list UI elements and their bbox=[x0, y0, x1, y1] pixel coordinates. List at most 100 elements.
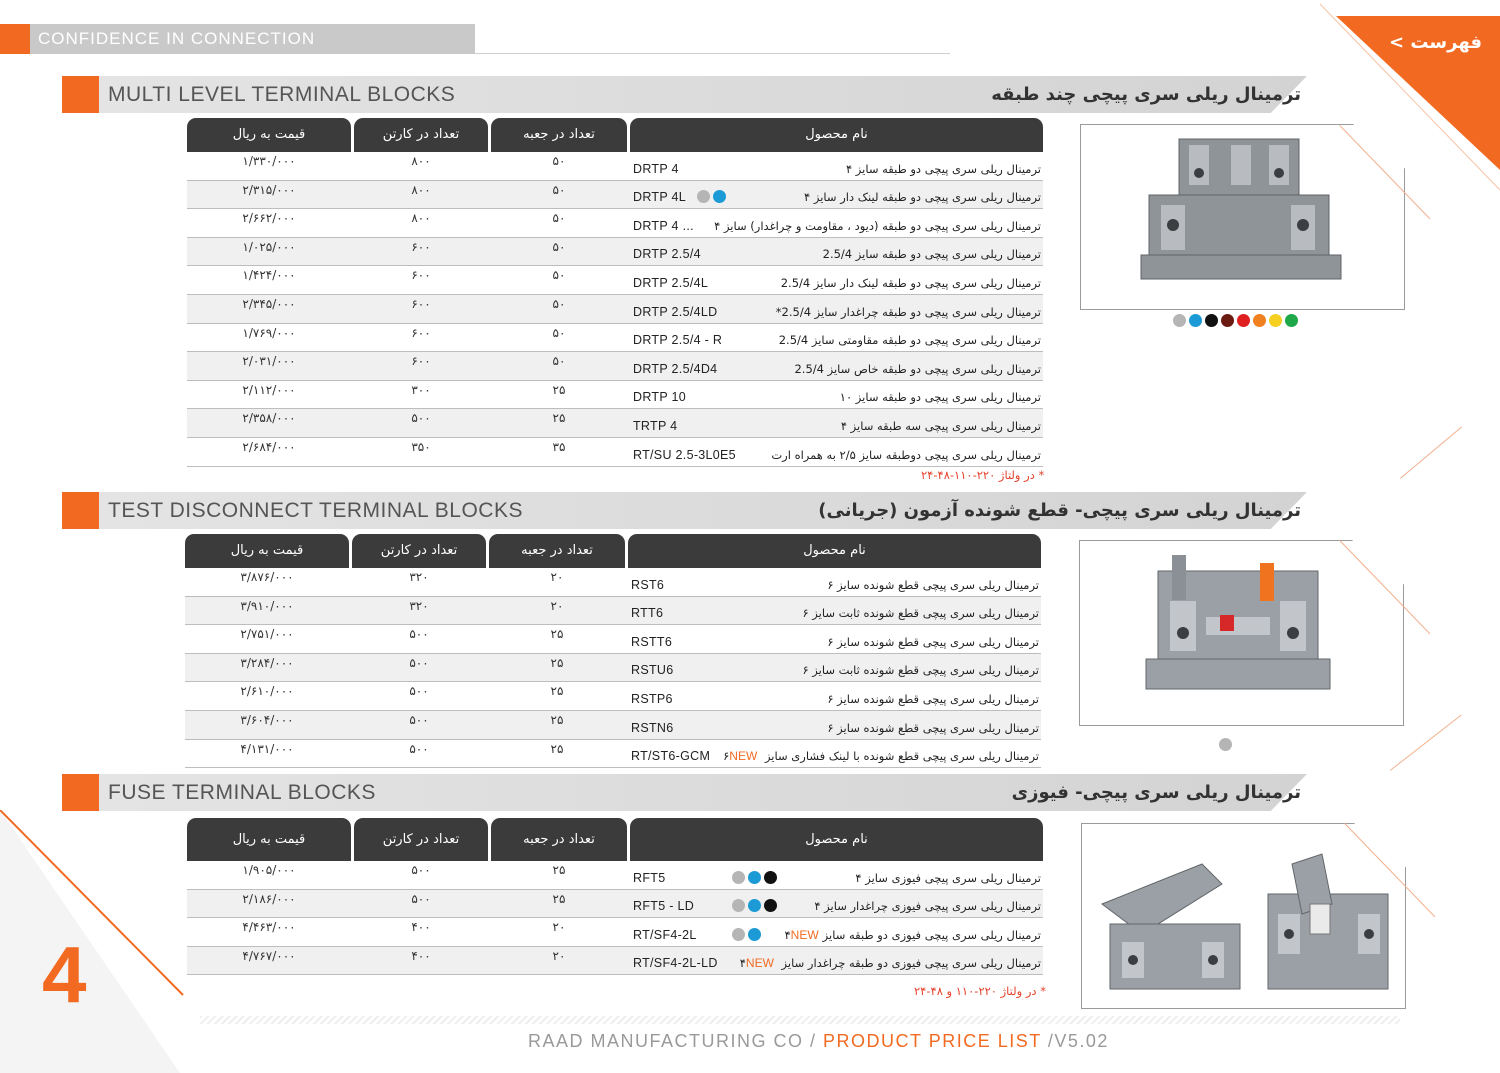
box-qty-cell: ۲۰ bbox=[552, 948, 566, 963]
price-cell: ۳/۹۱۰/۰۰۰ bbox=[240, 598, 294, 613]
price-cell: ۲/۶۶۲/۰۰۰ bbox=[242, 211, 296, 226]
price-cell: ۲/۳۵۸/۰۰۰ bbox=[242, 411, 296, 426]
corner-decoration bbox=[0, 809, 250, 1073]
voltage-note: * در ولتاژ ۲۲۰-۱۱۰-۴۸-۲۴ bbox=[921, 468, 1045, 482]
color-dot bbox=[1189, 314, 1202, 327]
tagline: CONFIDENCE IN CONNECTION bbox=[30, 24, 475, 54]
description-text: ترمینال ریلی سری پیچی قطع شونده با لینک … bbox=[723, 749, 1039, 764]
table-row: ۲/۶۱۰/۰۰۰ ۵۰۰ ۲۵ RSTP6 ترمینال ریلی سری پیچی… bbox=[185, 682, 1041, 711]
box-qty-cell: ۲۰ bbox=[550, 570, 564, 584]
box-qty-cell: ۲۵ bbox=[552, 863, 566, 877]
product-description: ترمینال ریلی سری پیچی دو طبقه سایز 2.5/4 bbox=[823, 247, 1041, 261]
price-table-test-disconnect: قیمت به ریال تعداد در کارتن تعداد در جعب… bbox=[185, 534, 1041, 769]
column-header-name: نام محصول bbox=[628, 534, 1041, 568]
column-header-name: نام محصول bbox=[630, 818, 1043, 861]
column-header-box: تعداد در جعبه bbox=[491, 818, 627, 861]
box-qty-cell: ۲۵ bbox=[550, 741, 564, 756]
table-row: ۱/۴۲۴/۰۰۰ ۶۰۰ ۵۰ DRTP 2.5/4L ترمینال ریلی سر… bbox=[187, 266, 1043, 295]
description-text: ترمینال ریلی سری پیچی دو طبقه سایز 2.5/4 bbox=[822, 247, 1041, 262]
table-row: ۱/۳۳۰/۰۰۰ ۸۰۰ ۵۰ DRTP 4 ترمینال ریلی سری پیچ… bbox=[187, 152, 1043, 181]
price-cell: ۲/۶۸۴/۰۰۰ bbox=[242, 439, 296, 454]
carton-qty-cell: ۳۲۰ bbox=[409, 570, 429, 584]
description-text: ترمینال ریلی سری پیچی دو طبقه (دیود ، مق… bbox=[714, 218, 1041, 233]
carton-qty-cell: ۵۰۰ bbox=[411, 411, 431, 426]
product-description: ترمینال ریلی سری پیچی دو طبقه لینک دار س… bbox=[804, 190, 1041, 204]
description-text: ترمینال ریلی سری پیچی قطع شونده سایز ۶ bbox=[827, 634, 1039, 649]
product-code: RSTP6 bbox=[631, 691, 673, 706]
column-header-price: قیمت به ریال bbox=[187, 118, 351, 152]
carton-qty-cell: ۴۰۰ bbox=[411, 948, 431, 963]
box-qty-cell: ۵۰ bbox=[552, 268, 566, 283]
carton-qty-cell: ۵۰۰ bbox=[409, 741, 429, 756]
table-row: ۲/۳۱۵/۰۰۰ ۸۰۰ ۵۰ DRTP 4L ترمینال ریلی سری پی… bbox=[187, 180, 1043, 210]
footer-company: RAAD MANUFACTURING CO / bbox=[528, 1031, 824, 1051]
description-text: ترمینال ریلی سری پیچی قطع شونده سایز ۶ bbox=[827, 691, 1039, 706]
box-qty-cell: ۳۵ bbox=[552, 439, 566, 454]
footer-version: /V5.02 bbox=[1041, 1031, 1109, 1051]
product-description: ترمینال ریلی سری پیچی دو طبقه سایز ۴ bbox=[846, 162, 1041, 176]
product-description: ترمینال ریلی سری پیچی قطع شونده ثابت سای… bbox=[802, 663, 1039, 677]
product-code: DRTP 4L bbox=[633, 190, 687, 205]
voltage-note: * در ولتاژ ۲۲۰-۱۱۰ و ۴۸-۲۴ bbox=[914, 984, 1046, 998]
section-header-fuse: FUSE TERMINAL BLOCKS ترمینال ریلی سری پی… bbox=[62, 774, 1307, 811]
price-cell: ۳/۲۸۴/۰۰۰ bbox=[240, 655, 294, 670]
description-text: ترمینال ریلی سری پیچی دو طبقه چراغدار سا… bbox=[775, 304, 1041, 319]
color-dot bbox=[1269, 314, 1282, 327]
product-code: RTT6 bbox=[631, 606, 664, 621]
carton-qty-cell: ۵۰۰ bbox=[409, 655, 429, 670]
price-cell: ۱/۳۳۰/۰۰۰ bbox=[242, 154, 296, 168]
product-code: DRTP 4 ... bbox=[633, 218, 694, 233]
color-dot bbox=[748, 899, 761, 912]
new-badge: NEW bbox=[790, 927, 819, 942]
table-row: ۴/۴۶۳/۰۰۰ ۴۰۰ ۲۰ RT/SF4-2L ترمینال ریلی سری … bbox=[187, 918, 1043, 947]
footer: RAAD MANUFACTURING CO / PRODUCT PRICE LI… bbox=[528, 1031, 1109, 1052]
price-cell: ۳/۸۷۶/۰۰۰ bbox=[240, 570, 294, 584]
product-description: ترمینال ریلی سری پیچی قطع شونده سایز ۶ bbox=[827, 721, 1039, 735]
footer-title: PRODUCT PRICE LIST bbox=[823, 1031, 1042, 1051]
carton-qty-cell: ۵۰۰ bbox=[409, 627, 429, 642]
color-dot bbox=[732, 899, 745, 912]
product-code: DRTP 2.5/4LD bbox=[633, 304, 718, 319]
product-code: RSTU6 bbox=[631, 663, 674, 678]
box-qty-cell: ۵۰ bbox=[552, 239, 566, 254]
page-number: 4 bbox=[42, 930, 87, 1019]
table-header: قیمت به ریال تعداد در کارتن تعداد در جعب… bbox=[187, 118, 1043, 152]
top-band: CONFIDENCE IN CONNECTION bbox=[0, 24, 475, 54]
price-cell: ۱/۷۶۹/۰۰۰ bbox=[242, 325, 296, 340]
table-row: ۴/۱۳۱/۰۰۰ ۵۰۰ ۲۵ RT/ST6-GCM ترمینال ریلی سری… bbox=[185, 740, 1041, 769]
description-text: ترمینال ریلی سری پیچی دو طبقه مقاومتی سا… bbox=[778, 333, 1041, 348]
table-row: ۲/۳۴۵/۰۰۰ ۶۰۰ ۵۰ DRTP 2.5/4LD ترمینال ریلی س… bbox=[187, 294, 1043, 324]
product-code: RFT5 - LD bbox=[633, 899, 695, 913]
product-description: ترمینال ریلی سری پیچی قطع شونده سایز ۶ bbox=[827, 635, 1039, 649]
product-image-multi-level bbox=[1080, 124, 1405, 310]
table-body: ۱/۳۳۰/۰۰۰ ۸۰۰ ۵۰ DRTP 4 ترمینال ریلی سری پیچ… bbox=[187, 152, 1043, 467]
price-cell: ۳/۶۰۴/۰۰۰ bbox=[240, 712, 294, 727]
table-row: ۳/۹۱۰/۰۰۰ ۳۲۰ ۲۰ RTT6 ترمینال ریلی سری پیچی … bbox=[185, 596, 1041, 626]
carton-qty-cell: ۵۰۰ bbox=[409, 712, 429, 727]
price-cell: ۲/۱۱۲/۰۰۰ bbox=[242, 382, 296, 397]
column-header-box: تعداد در جعبه bbox=[491, 118, 627, 152]
index-link[interactable]: فهرست > bbox=[1389, 32, 1482, 53]
description-text: ترمینال ریلی سری پیچی دو طبقه سایز ۴ bbox=[845, 161, 1041, 176]
table-row: ۱/۷۶۹/۰۰۰ ۶۰۰ ۵۰ DRTP 2.5/4 - R ترمینال ریلی… bbox=[187, 324, 1043, 353]
product-description: ترمینال ریلی سری پیچی فیوزی دو طبقه چراغ… bbox=[740, 956, 1041, 970]
color-dot bbox=[1173, 314, 1186, 327]
footer-rule bbox=[200, 1016, 1400, 1024]
table-row: ۲/۶۸۴/۰۰۰ ۳۵۰ ۳۵ RT/SU 2.5-3L0E5 ترمینال ریل… bbox=[187, 438, 1043, 467]
box-qty-cell: ۵۰ bbox=[552, 296, 566, 311]
table-row: ۲/۶۶۲/۰۰۰ ۸۰۰ ۵۰ DRTP 4 ... ترمینال ریلی سری… bbox=[187, 209, 1043, 238]
color-dot bbox=[764, 870, 777, 884]
product-code: RST6 bbox=[631, 577, 665, 592]
box-qty-cell: ۲۵ bbox=[550, 712, 564, 727]
carton-qty-cell: ۶۰۰ bbox=[411, 268, 431, 283]
product-description: ترمینال ریلی سری پیچی فیوزی سایز ۴ bbox=[855, 871, 1041, 885]
product-description: ترمینال ریلی سری پیچی دوطبقه سایز ۲/۵ به… bbox=[771, 448, 1041, 462]
color-dot bbox=[1205, 314, 1218, 327]
box-qty-cell: ۵۰ bbox=[552, 211, 566, 226]
color-dot bbox=[1219, 738, 1232, 751]
color-dot bbox=[732, 927, 745, 941]
product-description: ترمینال ریلی سری پیچی دو طبقه مقاومتی سا… bbox=[779, 333, 1041, 347]
product-code: DRTP 2.5/4 bbox=[633, 247, 701, 262]
table-row: ۳/۲۸۴/۰۰۰ ۵۰۰ ۲۵ RSTU6 ترمینال ریلی سری پیچی… bbox=[185, 653, 1041, 683]
product-description: ترمینال ریلی سری پیچی دو طبقه سایز ۱۰ bbox=[840, 390, 1041, 404]
